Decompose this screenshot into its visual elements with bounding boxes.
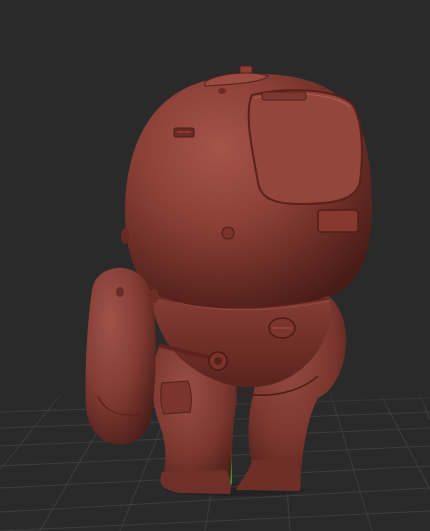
sculpt-character-model [85, 65, 372, 494]
body-bolt [221, 226, 235, 240]
left-foot [160, 470, 231, 494]
shoulder-bolt [116, 287, 124, 297]
shoulder-joint [149, 289, 159, 303]
side-vent [173, 127, 195, 138]
knee-plate [160, 380, 192, 415]
3d-viewport[interactable] [0, 0, 430, 531]
back-hatch-panel [247, 89, 363, 206]
top-bolt [218, 88, 226, 94]
top-knob [239, 65, 253, 74]
right-foot [236, 458, 301, 491]
side-panel [317, 209, 359, 233]
viewport-canvas[interactable] [0, 0, 430, 531]
hatch-tab [261, 91, 307, 101]
